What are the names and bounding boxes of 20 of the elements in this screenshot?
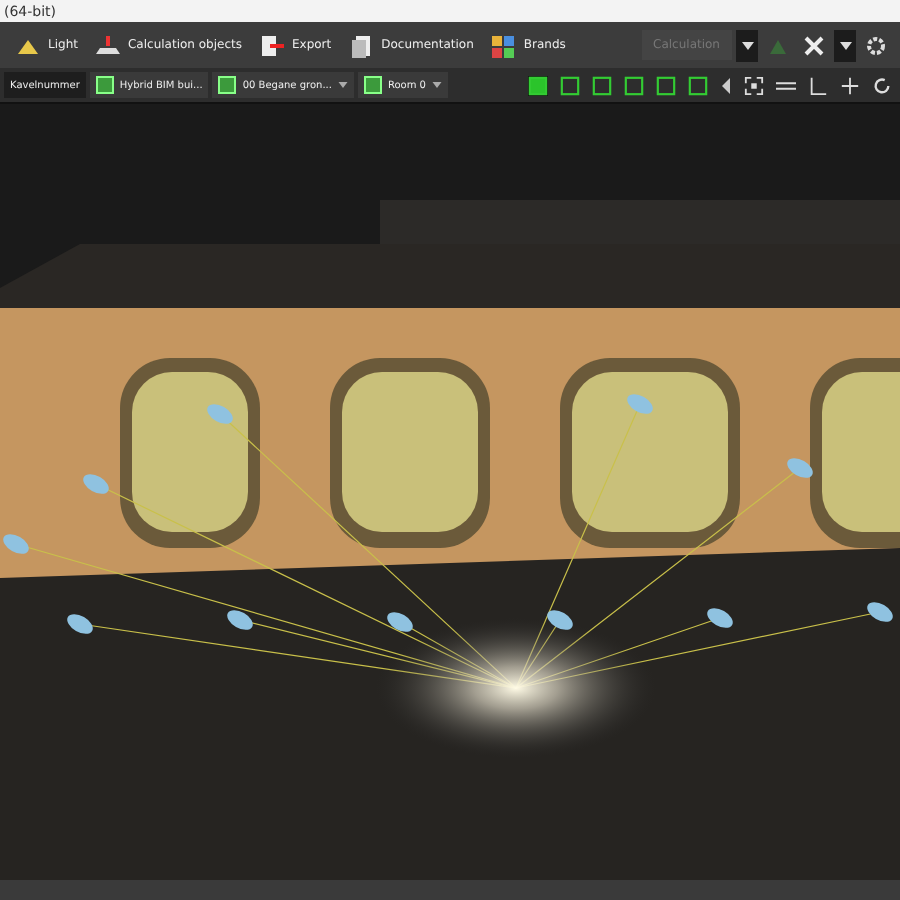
move-icon[interactable] <box>840 75 860 95</box>
close-icon[interactable] <box>804 35 824 55</box>
axis-icon[interactable] <box>808 75 828 95</box>
caret-icon <box>431 82 442 88</box>
fit-view-icon[interactable] <box>744 75 764 95</box>
export-icon <box>257 33 286 57</box>
settings-icon[interactable] <box>866 35 886 55</box>
cube-icon <box>363 76 382 94</box>
dropdown-button[interactable] <box>834 29 856 61</box>
grid-icon <box>489 33 518 57</box>
plane-icon <box>93 33 122 57</box>
caret-icon <box>839 41 851 49</box>
caret-icon <box>337 82 348 88</box>
document-icon <box>347 33 376 57</box>
caret-icon <box>741 41 753 49</box>
cube-icon <box>95 76 114 94</box>
rotate-icon[interactable] <box>872 75 892 95</box>
dropdown-button[interactable] <box>736 29 758 61</box>
cube-icon <box>218 76 237 94</box>
caret-icon[interactable] <box>720 75 732 95</box>
